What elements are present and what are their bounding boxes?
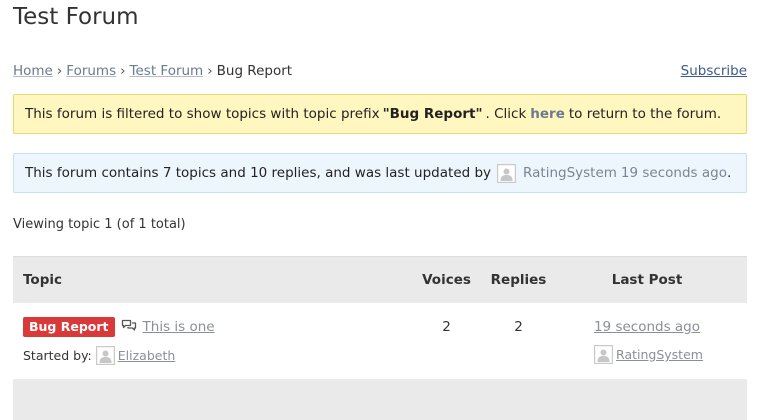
last-updated-time: 19 seconds ago — [620, 165, 727, 181]
header-last-post: Last Post — [611, 272, 683, 288]
topic-meta: Started by: Elizabeth — [23, 345, 403, 365]
topics-table: Topic Voices Replies Last Post Bug Repor… — [13, 256, 747, 420]
voices-count: 2 — [442, 319, 451, 335]
subscribe-link[interactable]: Subscribe — [681, 63, 747, 79]
header-replies: Replies — [490, 272, 547, 288]
started-by-label: Started by: — [23, 347, 92, 363]
breadcrumb-current: Bug Report — [216, 63, 293, 79]
last-post-freshness-link[interactable]: 19 seconds ago — [594, 319, 700, 335]
chat-bubbles-icon — [121, 319, 137, 336]
avatar-placeholder-icon — [497, 163, 517, 183]
breadcrumb-forums[interactable]: Forums — [66, 63, 116, 79]
last-updated-user[interactable]: RatingSystem — [523, 165, 617, 181]
topics-header: Topic Voices Replies Last Post — [13, 256, 747, 303]
avatar-placeholder-icon — [594, 345, 614, 364]
forum-info-text: This forum contains 7 topics and 10 repl… — [25, 165, 492, 181]
avatar-placeholder-icon — [95, 345, 115, 365]
forum-info-end: . — [726, 165, 732, 181]
filter-notice: This forum is filtered to show topics wi… — [13, 94, 747, 134]
breadcrumb-test-forum[interactable]: Test Forum — [130, 63, 204, 79]
table-row: Bug Report This is one Started by: Eliza… — [13, 303, 747, 380]
filter-notice-prefix: "Bug Report" — [382, 106, 483, 122]
replies-count: 2 — [514, 319, 523, 335]
forum-info-notice: This forum contains 7 topics and 10 repl… — [13, 153, 747, 193]
breadcrumb-separator: › — [56, 63, 63, 79]
breadcrumb-separator: › — [120, 63, 126, 79]
topic-author-link[interactable]: Elizabeth — [118, 348, 176, 363]
topic-title-link[interactable]: This is one — [143, 319, 215, 335]
pagination-count: Viewing topic 1 (of 1 total) — [13, 217, 186, 232]
return-to-forum-link[interactable]: here — [530, 106, 565, 122]
forum-page: Test Forum Home › Forums › Test Forum › Bug Re… — [0, 0, 760, 420]
topic-cell: Bug Report This is one Started by: Eliza… — [13, 303, 403, 379]
filter-notice-text-before: This forum is filtered to show topics wi… — [25, 106, 380, 122]
topic-prefix-badge[interactable]: Bug Report — [23, 317, 115, 337]
header-voices: Voices — [422, 272, 471, 288]
header-topic: Topic — [23, 272, 62, 288]
topics-footer — [13, 380, 747, 420]
topic-line: Bug Report This is one — [23, 317, 403, 337]
breadcrumb-row: Home › Forums › Test Forum › Bug Report Subscr… — [13, 62, 747, 80]
last-post-author-link[interactable]: RatingSystem — [616, 347, 703, 362]
last-post-cell: 19 seconds ago RatingSystem — [547, 303, 747, 379]
filter-notice-text-middle: . Click — [485, 106, 527, 122]
last-post-author: RatingSystem — [591, 345, 703, 364]
breadcrumb-separator: › — [207, 63, 213, 79]
breadcrumb-home[interactable]: Home — [13, 63, 53, 79]
page-title: Test Forum — [13, 4, 139, 30]
filter-notice-text-after: to return to the forum. — [568, 106, 722, 122]
breadcrumb: Home › Forums › Test Forum › Bug Report — [13, 63, 292, 79]
